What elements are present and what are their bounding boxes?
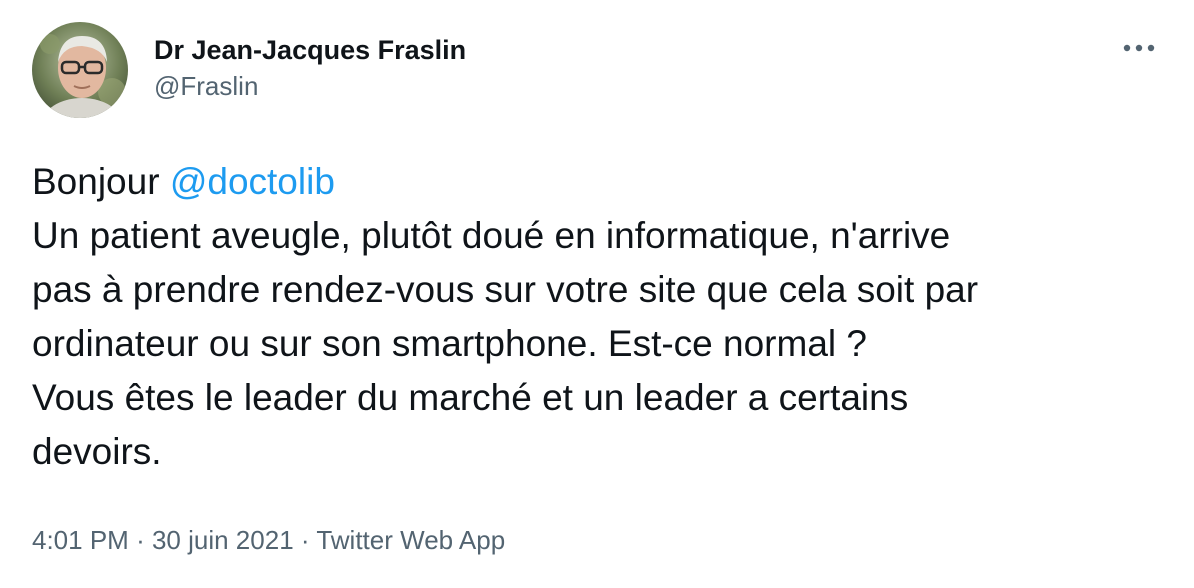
user-avatar-photo-icon [32, 22, 128, 118]
avatar[interactable] [32, 22, 128, 118]
tweet-meta: 4:01 PM · 30 juin 2021 · Twitter Web App [32, 522, 505, 558]
tweet-source[interactable]: Twitter Web App [316, 525, 505, 555]
tweet-greeting: Bonjour [32, 161, 160, 202]
mention-link[interactable]: @doctolib [170, 161, 335, 202]
tweet-line: Un patient aveugle, plutôt doué en infor… [32, 215, 951, 256]
tweet-line: ordinateur ou sur son smartphone. Est-ce… [32, 323, 867, 364]
more-horizontal-icon [1123, 44, 1155, 52]
tweet-card: Dr Jean-Jacques Fraslin @Fraslin Bonjour… [0, 0, 1194, 588]
more-options-button[interactable] [1116, 30, 1162, 66]
author-block: Dr Jean-Jacques Fraslin @Fraslin [154, 32, 466, 104]
author-display-name[interactable]: Dr Jean-Jacques Fraslin [154, 32, 466, 68]
tweet-first-line: Bonjour @doctolib [32, 155, 1172, 209]
author-handle[interactable]: @Fraslin [154, 68, 466, 104]
meta-separator: · [136, 525, 145, 555]
tweet-time[interactable]: 4:01 PM [32, 525, 129, 555]
meta-separator: · [300, 525, 310, 555]
tweet-line: devoirs. [32, 431, 162, 472]
tweet-line: pas à prendre rendez-vous sur votre site… [32, 269, 979, 310]
tweet-line: Vous êtes le leader du marché et un lead… [32, 377, 909, 418]
tweet-text: Bonjour @doctolib Un patient aveugle, pl… [32, 155, 1172, 479]
tweet-date[interactable]: 30 juin 2021 [152, 525, 294, 555]
